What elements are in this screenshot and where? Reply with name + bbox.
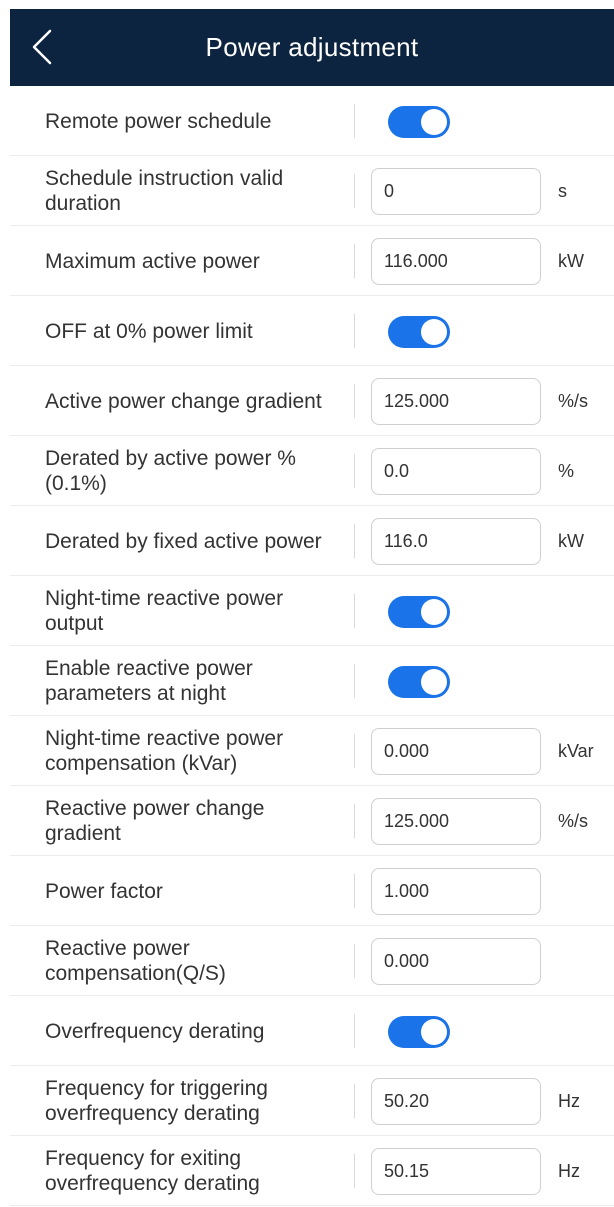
row-divider xyxy=(354,1154,355,1188)
row-divider xyxy=(354,314,355,348)
unit-label: % xyxy=(558,460,575,481)
toggle-switch[interactable] xyxy=(388,316,450,348)
value-input[interactable] xyxy=(371,938,541,985)
setting-label: Night-time reactive power compensation (… xyxy=(45,727,284,775)
setting-row-frequency-for-exiting-overfrequency-derating: Frequency for exiting overfrequency dera… xyxy=(10,1136,614,1206)
row-divider xyxy=(354,244,355,278)
toggle-knob xyxy=(421,109,447,135)
value-input[interactable] xyxy=(371,518,541,565)
setting-label: Night-time reactive power output xyxy=(45,587,284,635)
setting-label: Derated by fixed active power xyxy=(45,529,322,553)
setting-row-off-at-0-power-limit: OFF at 0% power limit xyxy=(10,296,614,366)
row-divider xyxy=(354,944,355,978)
unit-label: kVar xyxy=(558,740,594,761)
setting-row-maximum-active-power: Maximum active power kW xyxy=(10,226,614,296)
toggle-switch[interactable] xyxy=(388,1016,450,1048)
setting-row-derated-by-fixed-active-power: Derated by fixed active power kW xyxy=(10,506,614,576)
toggle-knob xyxy=(421,669,447,695)
value-input[interactable] xyxy=(371,798,541,845)
unit-label: Hz xyxy=(558,1160,580,1181)
toggle-switch[interactable] xyxy=(388,106,450,138)
setting-row-power-factor: Power factor xyxy=(10,856,614,926)
value-input[interactable] xyxy=(371,1148,541,1195)
setting-row-reactive-power-compensation-q-s: Reactive power compensation(Q/S) xyxy=(10,926,614,996)
row-divider xyxy=(354,874,355,908)
setting-label: Power factor xyxy=(45,879,163,903)
setting-row-derated-by-active-power-0-1: Derated by active power % (0.1%)% xyxy=(10,436,614,506)
setting-label: Remote power schedule xyxy=(45,109,272,133)
row-divider xyxy=(354,734,355,768)
setting-label: Schedule instruction valid duration xyxy=(45,167,284,215)
unit-label: s xyxy=(558,180,567,201)
setting-row-reactive-power-change-gradient: Reactive power change gradient %/s xyxy=(10,786,614,856)
setting-row-night-time-reactive-power-output: Night-time reactive power output xyxy=(10,576,614,646)
row-divider xyxy=(354,524,355,558)
value-input[interactable] xyxy=(371,868,541,915)
setting-row-active-power-change-gradient: Active power change gradient %/s xyxy=(10,366,614,436)
toggle-switch[interactable] xyxy=(388,666,450,698)
row-divider xyxy=(354,594,355,628)
row-divider xyxy=(354,384,355,418)
toggle-knob xyxy=(421,319,447,345)
setting-label: Active power change gradient xyxy=(45,389,322,413)
toggle-knob xyxy=(421,599,447,625)
setting-label: Reactive power compensation(Q/S) xyxy=(45,937,226,985)
setting-row-overfrequency-derating: Overfrequency derating xyxy=(10,996,614,1066)
setting-label: Enable reactive power parameters at nigh… xyxy=(45,657,253,705)
row-divider xyxy=(354,1084,355,1118)
value-input[interactable] xyxy=(371,238,541,285)
row-divider xyxy=(354,1014,355,1048)
setting-row-remote-power-schedule: Remote power schedule xyxy=(10,86,614,156)
page-title: Power adjustment xyxy=(205,32,419,62)
row-divider xyxy=(354,174,355,208)
value-input[interactable] xyxy=(371,448,541,495)
unit-label: %/s xyxy=(558,810,589,831)
setting-label: Frequency for exiting overfrequency dera… xyxy=(45,1147,260,1195)
setting-row-frequency-for-triggering-overfrequency-derating: Frequency for triggering overfrequency d… xyxy=(10,1066,614,1136)
setting-label: Derated by active power % (0.1%) xyxy=(45,447,296,495)
row-divider xyxy=(354,664,355,698)
setting-row-enable-reactive-power-parameters-at-night: Enable reactive power parameters at nigh… xyxy=(10,646,614,716)
setting-label: OFF at 0% power limit xyxy=(45,319,253,343)
toggle-knob xyxy=(421,1019,447,1045)
value-input[interactable] xyxy=(371,1078,541,1125)
value-input[interactable] xyxy=(371,378,541,425)
row-divider xyxy=(354,804,355,838)
setting-label: Overfrequency derating xyxy=(45,1019,265,1043)
settings-list: Remote power schedule Schedule instructio… xyxy=(10,86,614,1206)
app-header: Power adjustment xyxy=(10,9,614,86)
setting-label: Maximum active power xyxy=(45,249,260,273)
setting-label: Reactive power change gradient xyxy=(45,797,265,845)
row-divider xyxy=(354,454,355,488)
value-input[interactable] xyxy=(371,168,541,215)
setting-row-schedule-instruction-valid-duration: Schedule instruction valid duration s xyxy=(10,156,614,226)
toggle-switch[interactable] xyxy=(388,596,450,628)
value-input[interactable] xyxy=(371,728,541,775)
row-divider xyxy=(354,104,355,138)
unit-label: Hz xyxy=(558,1090,580,1111)
unit-label: kW xyxy=(558,250,584,271)
unit-label: %/s xyxy=(558,390,589,411)
setting-label: Frequency for triggering overfrequency d… xyxy=(45,1077,268,1125)
setting-row-night-time-reactive-power-compensation-kvar: Night-time reactive power compensation (… xyxy=(10,716,614,786)
unit-label: kW xyxy=(558,530,584,551)
